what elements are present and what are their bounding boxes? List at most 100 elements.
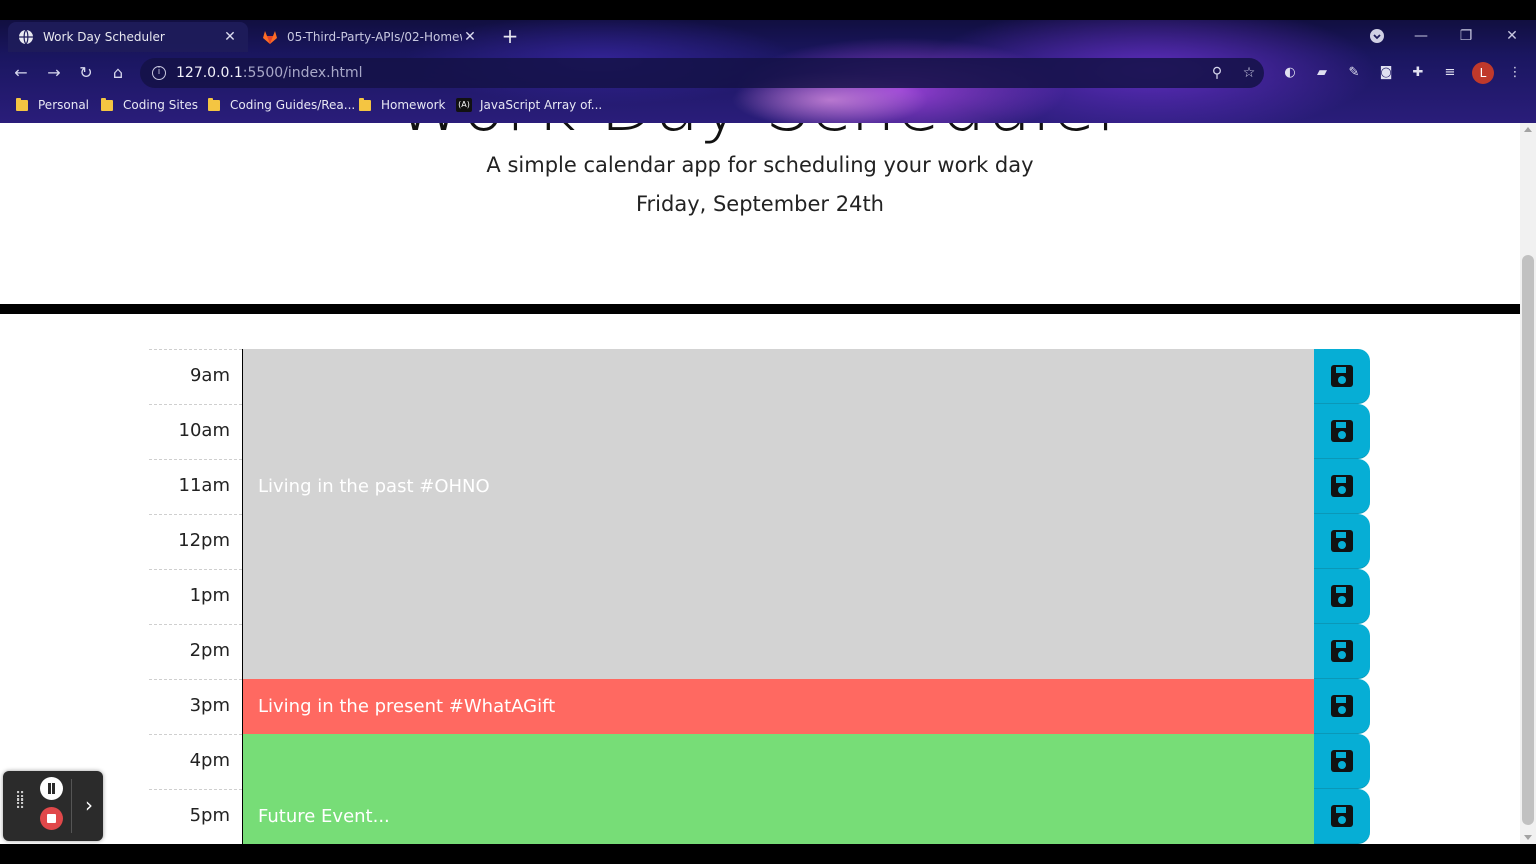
floppy-disk-icon [1331, 750, 1353, 772]
scroll-up-arrow-icon[interactable] [1524, 127, 1532, 132]
recorder-divider [71, 779, 72, 833]
folder-icon [101, 97, 113, 111]
save-button[interactable] [1314, 624, 1370, 679]
window-bottom-strip [0, 844, 1536, 864]
screen-recorder-widget: ⠿ ⠿ › [3, 771, 103, 841]
bookmark-star-icon[interactable]: ☆ [1240, 64, 1258, 82]
time-block-row: 10am [149, 404, 1370, 459]
time-block-row: 1pm [149, 569, 1370, 624]
drag-handle-icon[interactable]: ⠿ ⠿ [15, 791, 27, 817]
description-textarea[interactable] [242, 624, 1314, 679]
extensions-puzzle-icon[interactable]: ✚ [1408, 63, 1428, 83]
hour-label: 12pm [149, 514, 242, 569]
description-textarea[interactable] [242, 349, 1314, 404]
save-button[interactable] [1314, 734, 1370, 789]
tab-work-day-scheduler[interactable]: Work Day Scheduler ✕ [8, 22, 248, 52]
site-info-icon[interactable]: i [152, 66, 166, 80]
time-block-row: 3pm Living in the present #WhatAGift [149, 679, 1370, 734]
timeblock-container: 9am 10am 11am Living in the past #OHNO 1… [149, 349, 1370, 844]
hour-label: 3pm [149, 679, 242, 734]
restore-icon[interactable]: ❐ [1456, 26, 1476, 46]
hour-label: 2pm [149, 624, 242, 679]
extension-pen-icon[interactable]: ✎ [1344, 63, 1364, 83]
hour-label: 11am [149, 459, 242, 514]
header-divider [0, 304, 1520, 314]
floppy-disk-icon [1331, 695, 1353, 717]
minimize-icon[interactable]: — [1411, 26, 1431, 46]
description-textarea[interactable]: Living in the past #OHNO [242, 459, 1314, 514]
bookmark-personal[interactable]: Personal [16, 94, 89, 116]
media-queue-icon[interactable]: ≡ [1440, 63, 1460, 83]
bookmark-label: Homework [381, 98, 446, 112]
bookmarks-bar: Personal Coding Sites Coding Guides/Rea.… [0, 94, 1536, 116]
forward-icon[interactable]: → [43, 62, 65, 84]
description-textarea[interactable] [242, 514, 1314, 569]
description-textarea[interactable]: Future Event... [242, 789, 1314, 844]
description-textarea[interactable] [242, 734, 1314, 789]
extension-grammar-icon[interactable]: ◐ [1280, 63, 1300, 83]
bookmark-label: Personal [38, 98, 90, 112]
url-host: 127.0.0.1 [176, 65, 243, 81]
close-tab-icon[interactable]: ✕ [222, 29, 238, 45]
profile-avatar[interactable]: L [1472, 62, 1494, 84]
save-button[interactable] [1314, 349, 1370, 404]
extension-flag-icon[interactable]: ▰ [1312, 63, 1332, 83]
floppy-disk-icon [1331, 585, 1353, 607]
time-block-row: 11am Living in the past #OHNO [149, 459, 1370, 514]
folder-icon [16, 97, 28, 111]
bookmark-homework[interactable]: Homework [359, 94, 445, 116]
page-viewport: Work Day Scheduler A simple calendar app… [0, 123, 1520, 844]
camera-icon[interactable]: ◙ [1376, 63, 1396, 83]
url-path: :5500/index.html [242, 65, 363, 81]
save-button[interactable] [1314, 459, 1370, 514]
scroll-down-arrow-icon[interactable] [1524, 835, 1532, 840]
gitlab-icon [263, 31, 277, 44]
time-block-row: 5pm Future Event... [149, 789, 1370, 844]
save-button[interactable] [1314, 679, 1370, 734]
hour-label: 10am [149, 404, 242, 459]
folder-icon [208, 97, 220, 111]
time-block-row: 9am [149, 349, 1370, 404]
zoom-icon[interactable]: ⚲ [1208, 64, 1226, 82]
new-tab-button[interactable]: + [500, 26, 520, 47]
bookmark-label: Coding Sites [123, 98, 198, 112]
stop-recording-button[interactable] [40, 807, 63, 830]
save-button[interactable] [1314, 514, 1370, 569]
tab-title: Work Day Scheduler [43, 30, 165, 44]
floppy-disk-icon [1331, 805, 1353, 827]
hour-label: 4pm [149, 734, 242, 789]
page-scrollbar[interactable] [1520, 123, 1536, 844]
bookmark-label: Coding Guides/Rea... [230, 98, 356, 112]
tab-homework-repo[interactable]: 05-Third-Party-APIs/02-Homewo ✕ [252, 22, 488, 52]
scrollbar-thumb[interactable] [1522, 255, 1534, 825]
bookmark-coding-sites[interactable]: Coding Sites [101, 94, 198, 116]
page-title: Work Day Scheduler [0, 123, 1520, 145]
floppy-disk-icon [1331, 475, 1353, 497]
hour-label: 9am [149, 349, 242, 404]
save-button[interactable] [1314, 404, 1370, 459]
chevron-right-icon[interactable]: › [79, 793, 99, 817]
bookmark-coding-guides[interactable]: Coding Guides/Rea... [208, 94, 355, 116]
close-window-icon[interactable]: ✕ [1502, 26, 1522, 46]
home-icon[interactable]: ⌂ [107, 62, 129, 84]
description-textarea[interactable] [242, 569, 1314, 624]
tab-search-icon[interactable] [1367, 26, 1387, 46]
folder-icon [359, 97, 371, 111]
address-bar[interactable]: i 127.0.0.1:5500/index.html ⚲ ☆ [140, 58, 1264, 88]
browser-chrome: Work Day Scheduler ✕ 05-Third-Party-APIs… [0, 0, 1536, 123]
floppy-disk-icon [1331, 530, 1353, 552]
save-button[interactable] [1314, 569, 1370, 624]
back-icon[interactable]: ← [10, 62, 32, 84]
description-textarea[interactable] [242, 404, 1314, 459]
save-button[interactable] [1314, 789, 1370, 844]
close-tab-icon[interactable]: ✕ [462, 29, 478, 45]
menu-kebab-icon[interactable]: ⋮ [1505, 63, 1525, 83]
current-day: Friday, September 24th [635, 192, 884, 216]
time-block-row: 12pm [149, 514, 1370, 569]
hour-label: 1pm [149, 569, 242, 624]
floppy-disk-icon [1331, 420, 1353, 442]
reload-icon[interactable]: ↻ [75, 62, 97, 84]
description-textarea[interactable]: Living in the present #WhatAGift [242, 679, 1314, 734]
pause-recording-button[interactable] [40, 777, 63, 800]
bookmark-javascript-array[interactable]: (A) JavaScript Array of... [456, 94, 602, 116]
